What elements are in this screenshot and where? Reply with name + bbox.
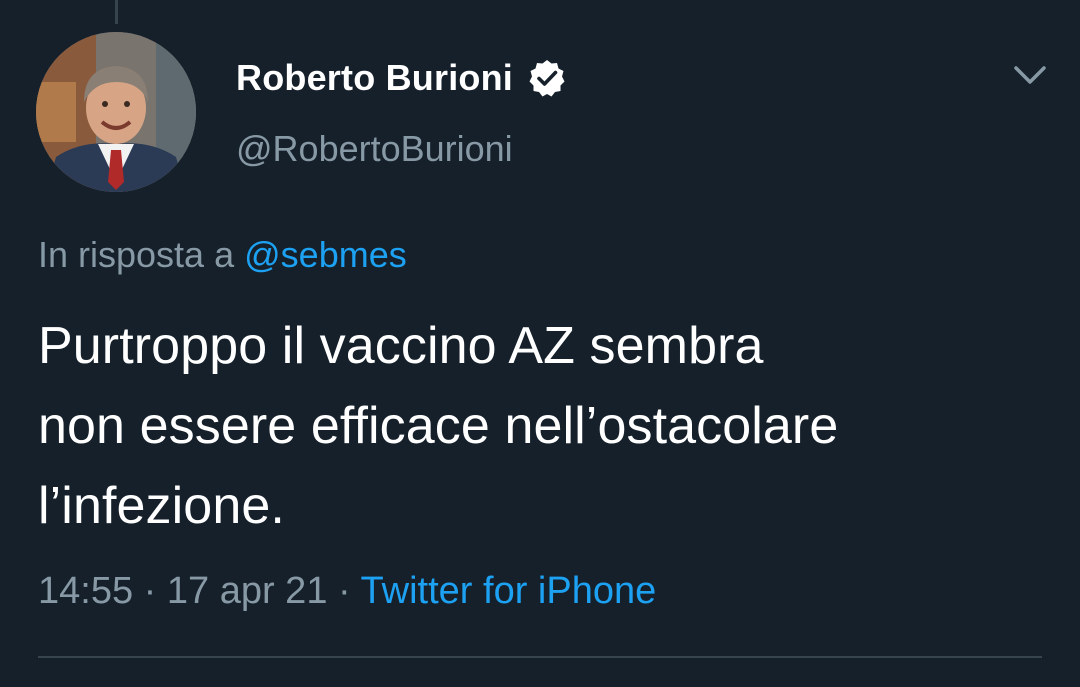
avatar[interactable] bbox=[36, 32, 196, 192]
divider bbox=[38, 656, 1042, 658]
reply-mention-link[interactable]: @sebmes bbox=[244, 234, 407, 275]
tweet-text-line: Purtroppo il vaccino AZ sembra bbox=[38, 317, 764, 375]
thread-connector-line bbox=[115, 0, 118, 24]
chevron-down-icon[interactable] bbox=[1006, 58, 1054, 94]
verified-badge-icon bbox=[527, 58, 567, 98]
display-name[interactable]: Roberto Burioni bbox=[236, 57, 513, 99]
username[interactable]: @RobertoBurioni bbox=[236, 128, 513, 170]
tweet-date[interactable]: 17 apr 21 bbox=[167, 570, 328, 612]
reply-context: In risposta a @sebmes bbox=[38, 234, 407, 276]
avatar-image bbox=[36, 32, 196, 192]
meta-separator: · bbox=[338, 570, 351, 612]
meta-separator: · bbox=[143, 570, 157, 612]
tweet-text-line: non essere efficace nell’ostacolare bbox=[38, 397, 839, 455]
tweet-meta: 14:55 · 17 apr 21 · Twitter for iPhone bbox=[38, 570, 656, 613]
author-name-row: Roberto Burioni bbox=[236, 50, 567, 106]
tweet-time[interactable]: 14:55 bbox=[38, 570, 133, 612]
tweet-text-line: l’infezione. bbox=[38, 477, 285, 535]
reply-prefix: In risposta a bbox=[38, 234, 235, 275]
tweet-source-link[interactable]: Twitter for iPhone bbox=[361, 570, 657, 612]
tweet-text: Purtroppo il vaccino AZ sembra non esser… bbox=[38, 306, 1068, 546]
